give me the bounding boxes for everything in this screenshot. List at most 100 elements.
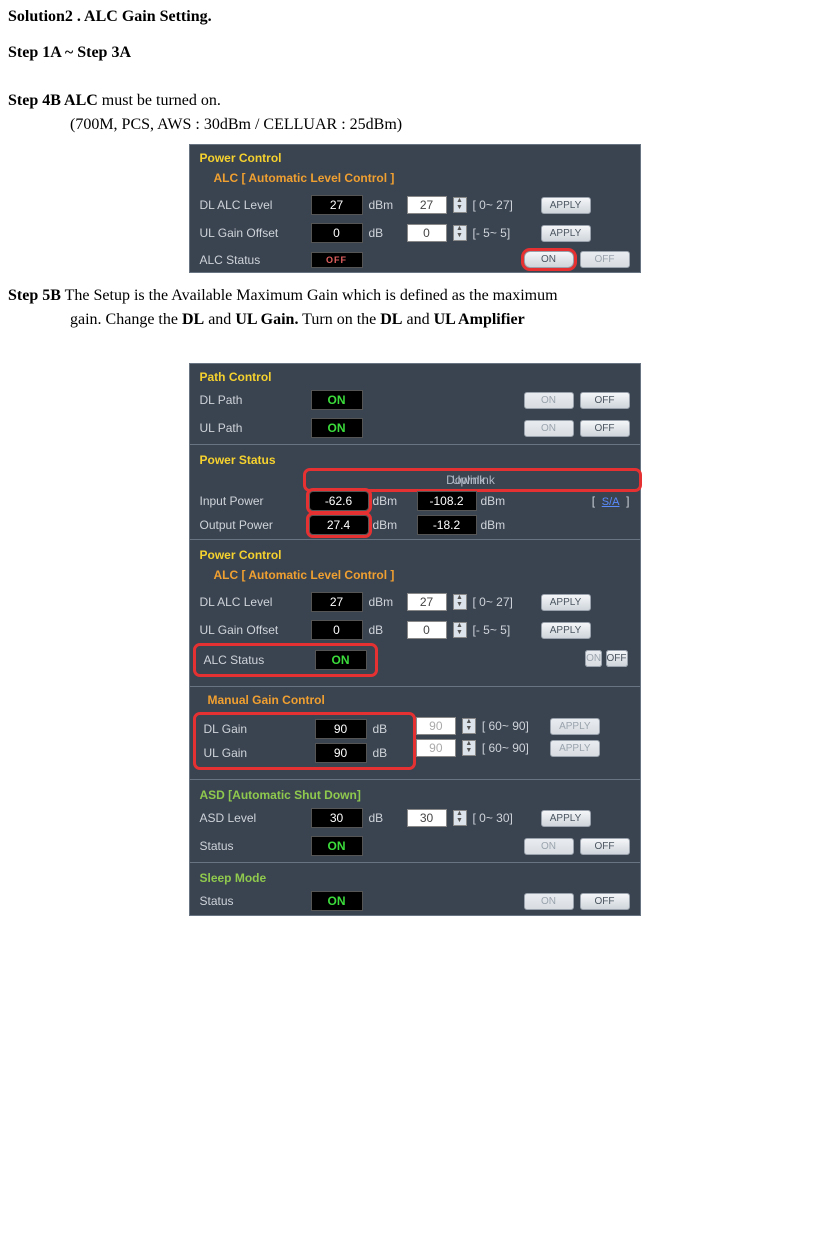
alc-status-label: ALC Status [204, 653, 309, 667]
ul-gain-offset-input[interactable]: 0 [407, 224, 447, 242]
stepper[interactable]: ▲▼ [453, 810, 467, 826]
off-button[interactable]: OFF [580, 392, 630, 409]
asd-status-value: ON [311, 836, 363, 856]
dl-alc-level-input[interactable]: 27 [407, 196, 447, 214]
stepper[interactable]: ▲▼ [462, 740, 476, 756]
range-label: [- 5~ 5] [473, 623, 535, 637]
dbm-unit: dBm [481, 518, 521, 532]
dl-alc-level-input[interactable]: 27 [407, 593, 447, 611]
dl-path-value: ON [311, 390, 363, 410]
power-control-panel-1: Power Control ALC [ Automatic Level Cont… [189, 144, 641, 273]
off-button[interactable]: OFF [580, 893, 630, 910]
dl2-bold: DL [380, 311, 402, 328]
range-label: [ 60~ 90] [482, 741, 544, 755]
range-label: [ 0~ 30] [473, 811, 535, 825]
stepper[interactable]: ▲▼ [453, 622, 467, 638]
dbm-unit: dBm [369, 198, 401, 212]
on-button[interactable]: ON [524, 838, 574, 855]
off-button[interactable]: OFF [580, 838, 630, 855]
step-5b-line2: gain. Change the DL and UL Gain. Turn on… [70, 311, 821, 329]
dl-gain-label: DL Gain [204, 722, 309, 736]
alc-header: ALC [ Automatic Level Control ] [190, 167, 640, 191]
apply-button[interactable]: APPLY [541, 225, 591, 242]
dl-bold: DL [182, 311, 204, 328]
on-button[interactable]: ON [524, 420, 574, 437]
db-unit: dB [369, 623, 401, 637]
main-control-panel: Path Control DL Path ON ON OFF UL Path O… [189, 363, 641, 916]
sa-link[interactable]: S/A [602, 496, 620, 508]
apply-button[interactable]: APPLY [541, 594, 591, 611]
step-4b-label: Step 4B ALC [8, 92, 98, 109]
db-unit: dB [369, 226, 401, 240]
turn: Turn on the [298, 311, 380, 328]
asd-level-input[interactable]: 30 [407, 809, 447, 827]
off-button[interactable]: OFF [606, 650, 628, 667]
db-unit: dB [373, 746, 405, 760]
alc-status-value: ON [315, 650, 367, 670]
output-power-ul-value: -18.2 [417, 515, 477, 535]
stepper[interactable]: ▲▼ [453, 594, 467, 610]
dl-alc-level-value: 27 [311, 592, 363, 612]
step-1a-3a: Step 1A ~ Step 3A [8, 44, 821, 62]
ul-gain-offset-range: [- 5~ 5] [473, 226, 535, 240]
ul-gain-offset-row: UL Gain Offset 0 dB 0 ▲▼ [- 5~ 5] APPLY [190, 219, 640, 247]
and1: and [204, 311, 235, 328]
asd-level-label: ASD Level [200, 811, 305, 825]
ul-path-value: ON [311, 418, 363, 438]
ul-path-label: UL Path [200, 421, 305, 435]
dl-path-label: DL Path [200, 393, 305, 407]
db-unit: dB [373, 722, 405, 736]
ulamp-bold: UL Amplifier [434, 311, 525, 328]
ul-gain-offset-value: 0 [311, 620, 363, 640]
dbm-unit: dBm [481, 494, 521, 508]
doc-title: Solution2 . ALC Gain Setting. [8, 8, 821, 26]
dbm-unit: dBm [373, 518, 413, 532]
dbm-unit: dBm [373, 494, 413, 508]
step-5b-t2a: gain. Change the [70, 311, 182, 328]
apply-button[interactable]: APPLY [541, 197, 591, 214]
off-button[interactable]: OFF [580, 251, 630, 268]
ul-gain-offset-value: 0 [311, 223, 363, 243]
apply-button[interactable]: APPLY [550, 718, 600, 735]
dl-alc-level-label: DL ALC Level [200, 595, 305, 609]
ul-gain-input[interactable]: 90 [416, 739, 456, 757]
uplink-col: Uplink [417, 473, 521, 487]
step-5b-label: Step 5B [8, 287, 61, 304]
manual-gain-header: Manual Gain Control [190, 689, 640, 713]
ul-gain-offset-input[interactable]: 0 [407, 621, 447, 639]
ul-gain-offset-label: UL Gain Offset [200, 226, 305, 240]
input-power-ul-value: -108.2 [417, 491, 477, 511]
dl-gain-value: 90 [315, 719, 367, 739]
output-power-dl-value: 27.4 [309, 515, 369, 535]
step-5b-line1: Step 5B The Setup is the Available Maxim… [8, 287, 821, 305]
asd-status-row: Status ON ON OFF [190, 832, 640, 860]
ul-path-row: UL Path ON ON OFF [190, 414, 640, 442]
off-button[interactable]: OFF [580, 420, 630, 437]
on-button[interactable]: ON [585, 650, 602, 667]
dbm-unit: dBm [369, 595, 401, 609]
asd-status-label: Status [200, 839, 305, 853]
on-button[interactable]: ON [524, 893, 574, 910]
ul-gain-label: UL Gain [204, 746, 309, 760]
range-label: [ 0~ 27] [473, 595, 535, 609]
step-4b-text: must be turned on. [98, 92, 221, 109]
on-button[interactable]: ON [524, 251, 574, 268]
alc-status-label: ALC Status [200, 253, 305, 267]
ul-gain-offset-label: UL Gain Offset [200, 623, 305, 637]
input-power-label: Input Power [200, 494, 305, 508]
on-button[interactable]: ON [524, 392, 574, 409]
stepper[interactable]: ▲▼ [462, 718, 476, 734]
output-power-row: Output Power 27.4 dBm -18.2 dBm [190, 513, 640, 537]
dl-alc-level-row: DL ALC Level 27 dBm 27 ▲▼ [ 0~ 27] APPLY [190, 191, 640, 219]
alc-status-row: ALC Status OFF ON OFF [190, 247, 640, 272]
apply-button[interactable]: APPLY [541, 622, 591, 639]
apply-button[interactable]: APPLY [550, 740, 600, 757]
stepper[interactable]: ▲▼ [453, 225, 467, 241]
apply-button[interactable]: APPLY [541, 810, 591, 827]
power-control-header-2: Power Control [190, 542, 640, 564]
ulgain-bold: UL Gain. [235, 311, 298, 328]
alc-status-value: OFF [311, 252, 363, 268]
stepper[interactable]: ▲▼ [453, 197, 467, 213]
and2: and [402, 311, 433, 328]
dl-gain-input[interactable]: 90 [416, 717, 456, 735]
